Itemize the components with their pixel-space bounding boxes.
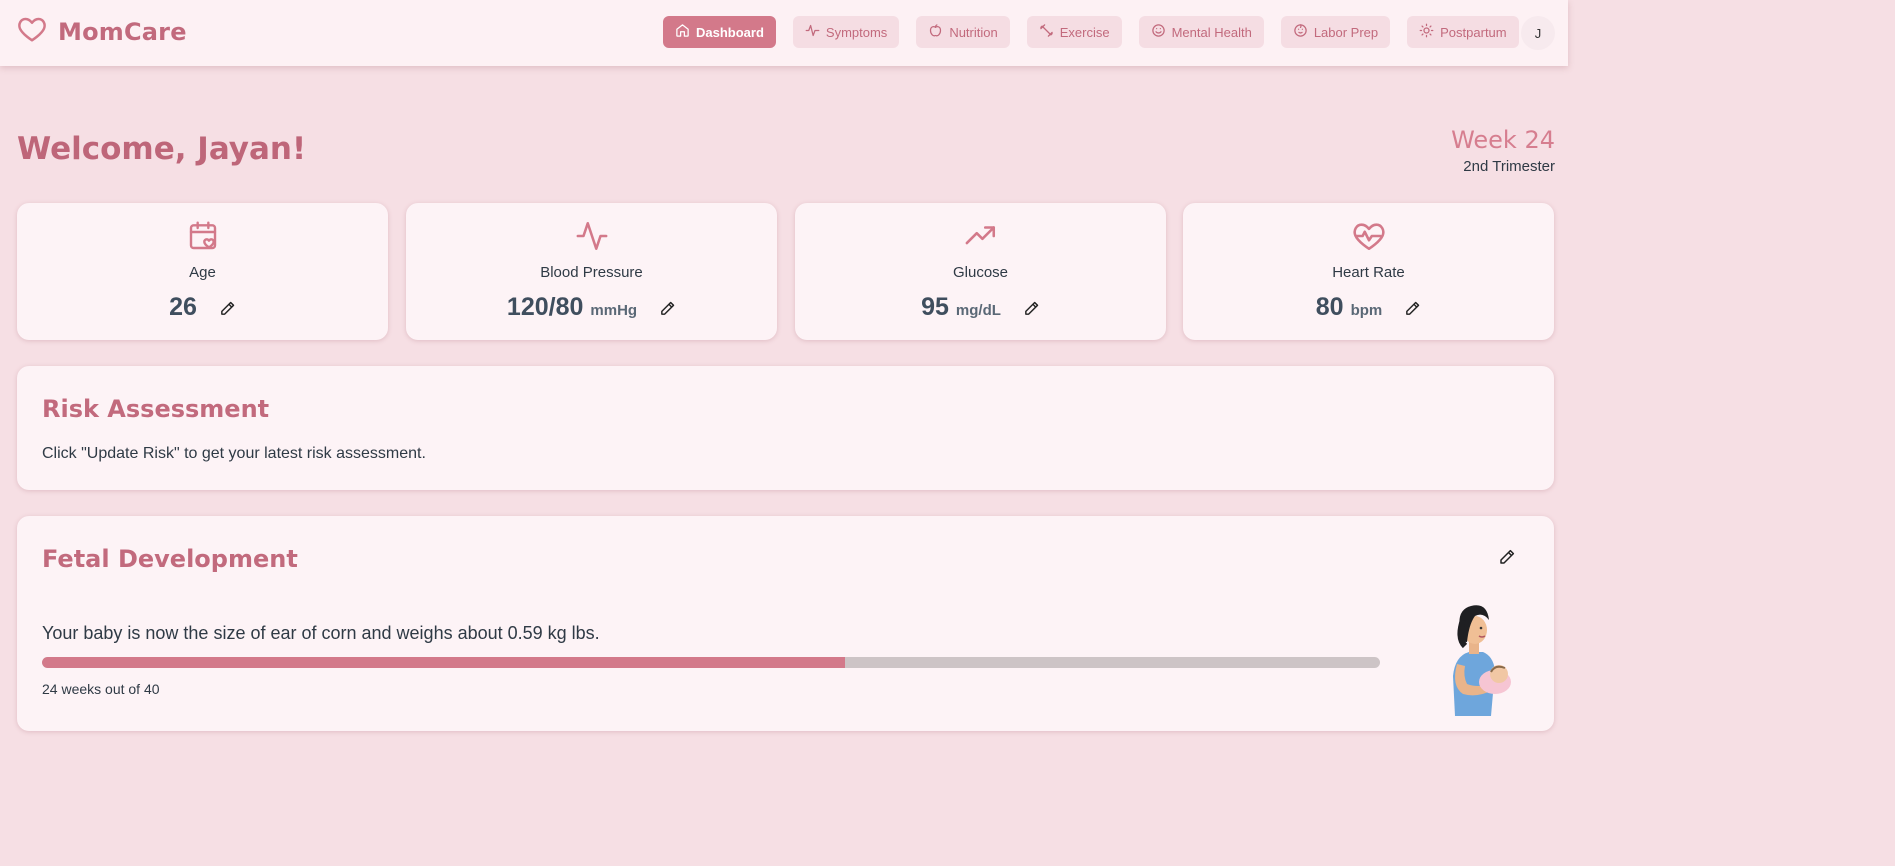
stat-card-heart-rate: Heart Rate 80 bpm xyxy=(1183,203,1554,340)
nav-postpartum[interactable]: Postpartum xyxy=(1407,16,1519,48)
nav-label: Postpartum xyxy=(1440,24,1507,40)
pregnancy-progress-bar xyxy=(42,657,1380,668)
pencil-icon xyxy=(1023,300,1040,322)
nav-label: Labor Prep xyxy=(1313,24,1379,40)
stat-value-row: 120/80 mmHg xyxy=(406,293,777,322)
pencil-icon xyxy=(1404,300,1421,322)
brand[interactable]: MomCare xyxy=(16,14,187,49)
risk-assessment-message: Click "Update Risk" to get your latest r… xyxy=(42,445,426,462)
risk-assessment-panel: Risk Assessment Click "Update Risk" to g… xyxy=(17,366,1554,490)
pencil-icon xyxy=(1498,549,1516,570)
nav-mental-health[interactable]: Mental Health xyxy=(1138,16,1264,48)
nav-dashboard[interactable]: Dashboard xyxy=(663,16,776,48)
user-avatar[interactable]: J xyxy=(1521,16,1555,50)
stat-card-glucose: Glucose 95 mg/dL xyxy=(795,203,1166,340)
fetal-development-title: Fetal Development xyxy=(42,545,298,573)
pencil-icon xyxy=(659,300,676,322)
fetal-development-panel: Fetal Development Your baby is now the s… xyxy=(17,516,1554,731)
stat-unit: mmHg xyxy=(590,302,638,319)
nav-symptoms[interactable]: Symptoms xyxy=(792,16,900,48)
welcome-heading: Welcome, Jayan! xyxy=(17,131,307,167)
mother-holding-baby-illustration xyxy=(1429,598,1521,721)
home-icon xyxy=(675,23,696,41)
stat-label: Heart Rate xyxy=(1332,264,1405,281)
trimester-label: 2nd Trimester xyxy=(1463,158,1555,175)
edit-blood-pressure-button[interactable] xyxy=(659,300,676,322)
apple-icon xyxy=(928,23,949,41)
stat-value: 80 xyxy=(1315,293,1344,321)
nav-label: Symptoms xyxy=(825,24,888,40)
pencil-icon xyxy=(219,300,236,322)
pulse-icon xyxy=(575,219,609,258)
stat-unit: bpm xyxy=(1350,302,1383,319)
nav-exercise[interactable]: Exercise xyxy=(1026,16,1122,48)
activity-icon xyxy=(805,23,826,41)
pregnancy-week: Week 24 2nd Trimester xyxy=(1451,126,1555,175)
heart-pulse-icon xyxy=(1352,219,1386,258)
edit-glucose-button[interactable] xyxy=(1023,300,1040,322)
dumbbell-icon xyxy=(1039,23,1060,41)
risk-assessment-title: Risk Assessment xyxy=(42,395,270,423)
stat-value-row: 80 bpm xyxy=(1183,293,1554,322)
stat-label: Glucose xyxy=(952,264,1009,281)
nav-label: Mental Health xyxy=(1171,24,1252,40)
nav-nutrition[interactable]: Nutrition xyxy=(916,16,1010,48)
baby-icon xyxy=(1293,23,1314,41)
calendar-heart-icon xyxy=(187,219,219,258)
nav-labor-prep[interactable]: Labor Prep xyxy=(1280,16,1391,48)
stat-label: Age xyxy=(189,264,216,281)
smile-icon xyxy=(1151,23,1172,41)
trending-up-icon xyxy=(964,219,998,258)
top-nav-bar: MomCare Dashboard Symptoms Nutrition Exe… xyxy=(0,0,1568,66)
stat-value: 95 xyxy=(921,293,949,321)
stat-value: 26 xyxy=(169,293,197,321)
progress-caption: 24 weeks out of 40 xyxy=(42,681,160,697)
edit-heart-rate-button[interactable] xyxy=(1404,300,1421,322)
stat-value-row: 26 xyxy=(17,293,388,322)
heart-logo-icon xyxy=(16,14,48,49)
fetal-description: Your baby is now the size of ear of corn… xyxy=(42,623,600,643)
sun-icon xyxy=(1419,23,1440,41)
edit-fetal-development-button[interactable] xyxy=(1498,548,1516,571)
edit-age-button[interactable] xyxy=(219,300,236,322)
main-nav: Dashboard Symptoms Nutrition Exercise Me… xyxy=(663,16,1536,48)
stat-card-age: Age 26 xyxy=(17,203,388,340)
stat-value-row: 95 mg/dL xyxy=(795,293,1166,322)
stat-label: Blood Pressure xyxy=(540,264,643,281)
nav-label: Exercise xyxy=(1059,24,1110,40)
week-number: Week 24 xyxy=(1451,126,1555,154)
nav-label: Dashboard xyxy=(696,24,764,40)
app-name: MomCare xyxy=(58,17,187,46)
pregnancy-progress-fill xyxy=(42,657,845,668)
stat-value: 120/80 xyxy=(506,293,584,321)
nav-label: Nutrition xyxy=(949,24,998,40)
stat-unit: mg/dL xyxy=(955,302,1001,319)
stat-card-blood-pressure: Blood Pressure 120/80 mmHg xyxy=(406,203,777,340)
